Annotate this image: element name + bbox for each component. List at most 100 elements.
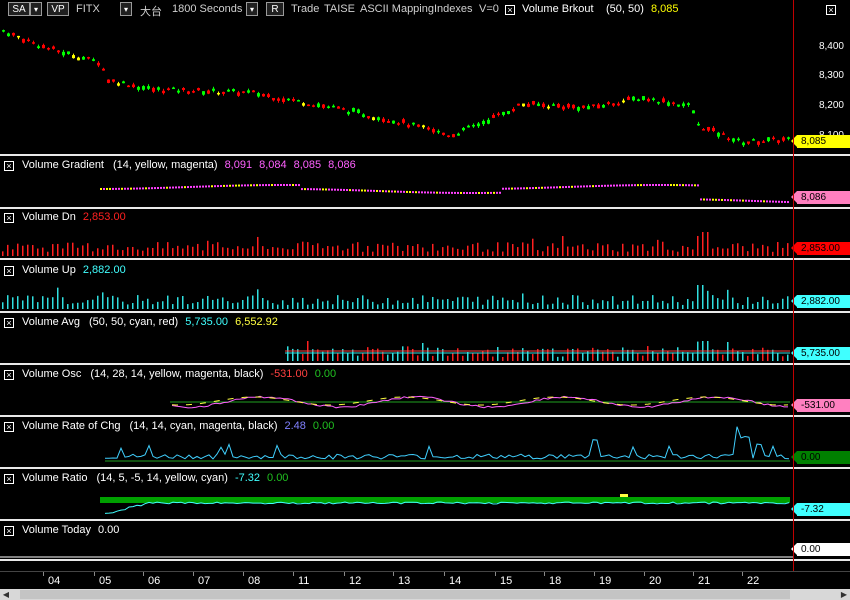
gradient-dot (703, 198, 705, 201)
volume-bar (52, 297, 54, 309)
exchange-dropdown-icon[interactable]: ▾ (120, 2, 132, 16)
pane-divider[interactable] (0, 559, 850, 561)
volume-bar (82, 245, 84, 256)
volume-bar (97, 248, 99, 256)
volume-up-pane[interactable]: × Volume Up 2,882.00 2,882.00 (0, 261, 850, 311)
gradient-dot (283, 184, 285, 187)
volume-bar (232, 249, 234, 256)
volume-avg-pane[interactable]: × Volume Avg (50, 50, cyan, red) 5,735.00 6… (0, 313, 850, 363)
volume-bar (502, 356, 504, 361)
volume-osc-pane[interactable]: × Volume Osc (14, 28, 14, yellow, magenta… (0, 365, 850, 415)
price-candle (347, 111, 350, 115)
price-candle (577, 107, 580, 111)
volume-dn-pane[interactable]: × Volume Dn 2,853.00 2,853.00 (0, 208, 850, 258)
volume-bar (117, 297, 119, 309)
volume-today-pane[interactable]: × Volume Today 0.00 0.00 (0, 521, 850, 559)
r-button[interactable]: R (266, 2, 284, 16)
volume-rate-of-chg-pane[interactable]: × Volume Rate of Chg (14, 14, cyan, magen… (0, 417, 850, 467)
volume-bar (532, 238, 534, 256)
price-candle (417, 124, 420, 127)
volume-bar (122, 301, 124, 309)
price-candle (717, 132, 720, 137)
gradient-dot (250, 184, 252, 187)
volume-ratio-pane[interactable]: × Volume Ratio (14, 5, -5, 14, yellow, cy… (0, 469, 850, 519)
scroll-left-icon[interactable]: ◀ (0, 589, 12, 600)
gradient-dot (562, 186, 564, 189)
volume-bar (772, 251, 774, 256)
volume-bar (62, 297, 64, 309)
symbol-dropdown-icon[interactable]: ▾ (30, 2, 42, 16)
gradient-dot (670, 184, 672, 187)
volume-bar (477, 353, 479, 361)
study-close-icon[interactable]: × (505, 3, 515, 15)
price-candle (437, 130, 440, 133)
volume-bar (742, 304, 744, 309)
volume-bar (262, 298, 264, 309)
gradient-dot (241, 184, 243, 187)
price-candle (387, 120, 390, 123)
price-candle (92, 59, 95, 61)
horizontal-scrollbar[interactable]: ◀ ▶ (0, 589, 850, 600)
price-candle (697, 123, 700, 126)
price-candle (17, 35, 20, 38)
gradient-dot (589, 185, 591, 188)
volume-bar (217, 298, 219, 309)
price-candle (252, 90, 255, 93)
volume-osc-value-flag: -531.00 (791, 399, 850, 412)
volume-bar (302, 354, 304, 361)
gradient-dot (370, 189, 372, 192)
gradient-dot (529, 187, 531, 190)
volume-bar (447, 355, 449, 361)
gradient-dot (304, 188, 306, 191)
gradient-dot (121, 187, 123, 190)
gradient-dot (184, 186, 186, 189)
price-candle (527, 103, 530, 107)
vp-button[interactable]: VP (47, 2, 69, 16)
volume-bar (742, 246, 744, 256)
volume-bar (92, 251, 94, 256)
gradient-dot (550, 186, 552, 189)
price-pane[interactable]: 8,400 8,300 8,200 8,100 8,085 (0, 20, 850, 154)
gradient-dot (118, 187, 120, 190)
date-tick (393, 572, 394, 576)
gradient-dot (616, 184, 618, 187)
price-candle (257, 93, 260, 97)
volume-bar (352, 243, 354, 256)
volume-bar (507, 242, 509, 256)
gradient-dot (331, 188, 333, 191)
volume-bar (672, 352, 674, 361)
price-candle (132, 84, 135, 88)
gradient-dot (454, 191, 456, 194)
volume-bar (82, 302, 84, 309)
price-candle (702, 129, 705, 131)
volume-bar (217, 242, 219, 256)
volume-bar (92, 299, 94, 309)
gradient-dot (196, 185, 198, 188)
scroll-thumb[interactable] (20, 590, 790, 599)
price-candle (87, 57, 90, 59)
volume-bar (347, 300, 349, 309)
volume-bar (697, 235, 699, 256)
volume-bar (132, 303, 134, 309)
volume-bar (147, 247, 149, 256)
pane-divider[interactable] (0, 258, 850, 260)
volume-gradient-pane[interactable]: × Volume Gradient (14, yellow, magenta) 8,… (0, 156, 850, 207)
scroll-right-icon[interactable]: ▶ (838, 589, 850, 600)
gradient-dot (253, 184, 255, 187)
volume-bar (342, 299, 344, 309)
volume-bar (737, 303, 739, 309)
volume-bar (307, 304, 309, 309)
volume-bar (62, 248, 64, 256)
volume-bar (477, 296, 479, 309)
volume-bar (112, 295, 114, 309)
gradient-dot (661, 184, 663, 187)
symbol-button[interactable]: SA (8, 2, 30, 16)
price-candle (677, 104, 680, 107)
gradient-dot (286, 184, 288, 187)
volume-bar (492, 295, 494, 309)
price-candle (662, 98, 665, 103)
gradient-dot (214, 185, 216, 188)
gradient-dot (175, 186, 177, 189)
interval-dropdown-icon[interactable]: ▾ (246, 2, 258, 16)
window-close-icon[interactable]: × (826, 3, 836, 15)
